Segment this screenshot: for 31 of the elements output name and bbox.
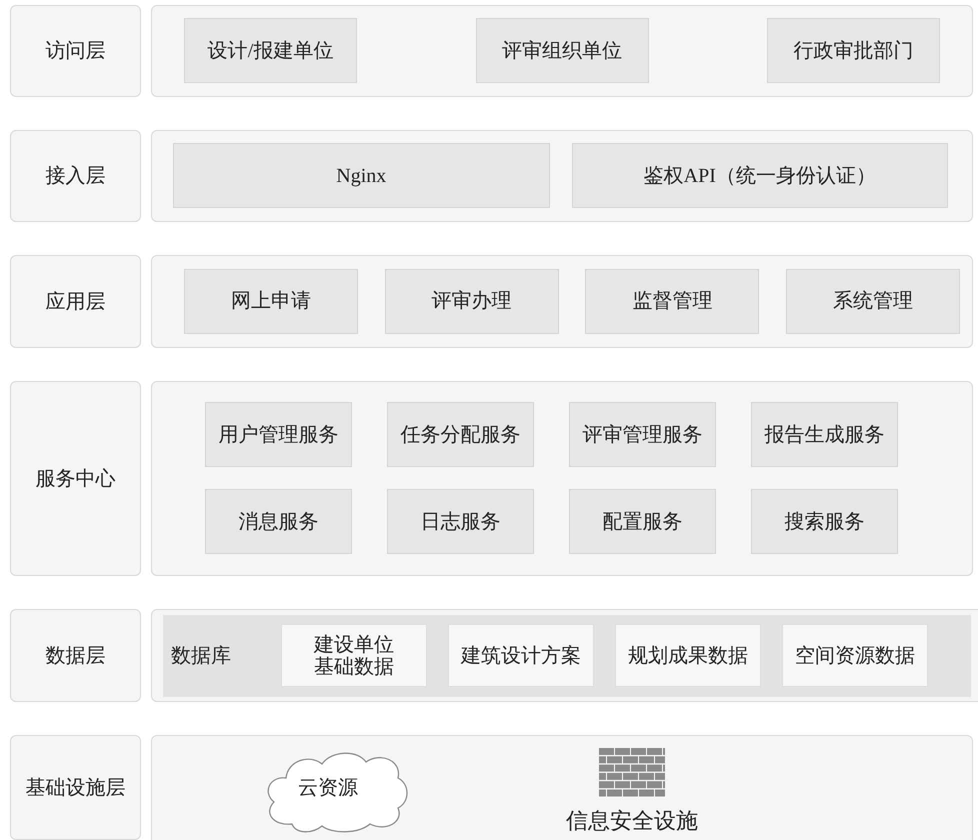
brick-wall-icon [599, 748, 665, 798]
layer-label: 接入层 [10, 130, 141, 222]
database-label: 数据库 [171, 644, 232, 670]
module-block: 评审办理 [384, 268, 559, 334]
resource-label: 云资源 [298, 776, 358, 802]
module-block: 用户管理服务 [205, 402, 352, 468]
module-block: 任务分配服务 [387, 402, 534, 468]
layer-label: 服务中心 [10, 380, 141, 576]
module-block: 设计/报建单位 [184, 18, 357, 84]
module-block: 系统管理 [786, 268, 960, 334]
module-block: 报告生成服务 [751, 402, 898, 468]
layer-label: 数据层 [10, 609, 141, 702]
module-block: 空间资源数据 [782, 624, 928, 688]
module-block: 鉴权API（统一身份认证） [572, 143, 948, 208]
module-block: 行政审批部门 [767, 18, 940, 84]
facility-label: 信息安全设施 [566, 807, 698, 836]
module-block: 建设单位基础数据 [281, 624, 427, 688]
layer-label: 应用层 [10, 254, 141, 348]
layer-label: 基础设施层 [10, 735, 141, 840]
module-block: 监督管理 [585, 268, 760, 334]
module-block: 评审组织单位 [476, 18, 648, 84]
module-block: 评审管理服务 [569, 402, 716, 468]
layer-label: 访问层 [10, 5, 141, 97]
module-block: 规划成果数据 [615, 624, 761, 688]
module-block: Nginx [173, 143, 550, 208]
module-block: 搜索服务 [751, 489, 898, 554]
module-block: 消息服务 [205, 489, 352, 554]
module-block: 建筑设计方案 [448, 624, 594, 688]
module-block: 日志服务 [387, 489, 534, 554]
module-block: 网上申请 [184, 268, 358, 334]
module-block: 配置服务 [569, 489, 716, 554]
